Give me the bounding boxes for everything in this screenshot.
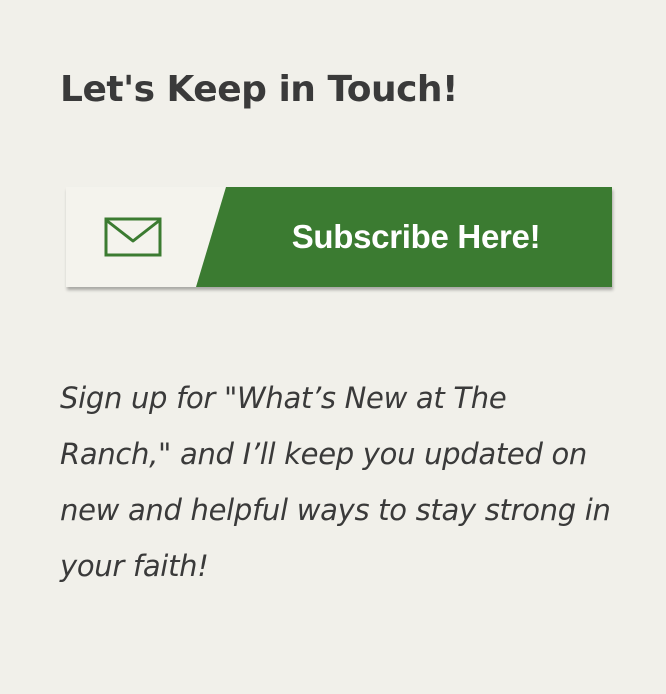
subscribe-button[interactable]: Subscribe Here! bbox=[66, 187, 612, 287]
newsletter-widget: Let's Keep in Touch! Subscribe Here! Sig… bbox=[0, 0, 666, 694]
widget-title: Let's Keep in Touch! bbox=[60, 69, 458, 110]
envelope-icon bbox=[104, 217, 162, 257]
signup-description: Sign up for "What’s New at The Ranch," a… bbox=[60, 381, 611, 583]
subscribe-button-label: Subscribe Here! bbox=[291, 218, 541, 255]
